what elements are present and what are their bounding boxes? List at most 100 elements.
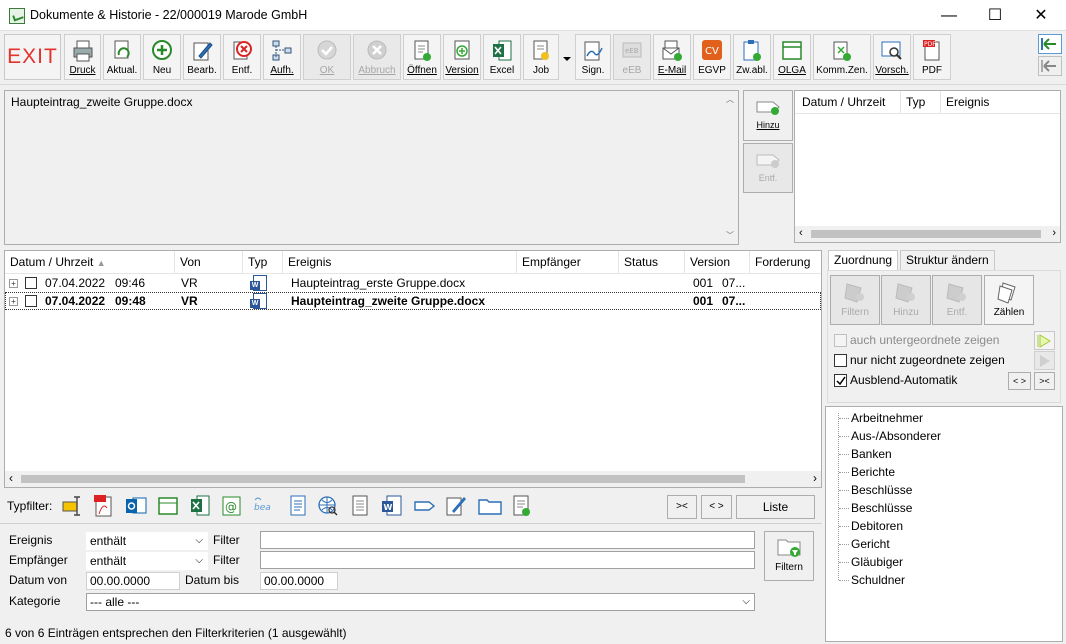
- typfilter-expand-button[interactable]: < >: [701, 495, 732, 519]
- tree-item[interactable]: Berichte: [851, 463, 895, 481]
- zuordnung-add-button[interactable]: Hinzu: [881, 275, 931, 325]
- sign-button[interactable]: Sign.: [575, 34, 611, 80]
- document-grid-hscroll[interactable]: ‹ ›: [5, 471, 821, 487]
- typ-filter-web-icon[interactable]: [317, 494, 339, 518]
- notes-area[interactable]: Haupteintrag_zweite Gruppe.docx ︿ ﹀: [4, 90, 739, 245]
- col-empfaenger[interactable]: Empfänger: [517, 251, 619, 273]
- datum-bis-input[interactable]: 00.00.0000: [260, 572, 338, 590]
- job-dropdown[interactable]: [561, 34, 573, 80]
- zuordnung-count-button[interactable]: Zählen: [984, 275, 1034, 325]
- clipboard-button[interactable]: Zw.abl.: [733, 34, 771, 80]
- document-grid-hscroll-thumb[interactable]: [21, 475, 745, 483]
- zuordnung-filter-button[interactable]: Filtern: [830, 275, 880, 325]
- egvp-button[interactable]: CV EGVP: [693, 34, 731, 80]
- eeb-button[interactable]: eEB eEB: [613, 34, 651, 80]
- maximize-button[interactable]: ☐: [972, 0, 1018, 31]
- open-button[interactable]: Öffnen: [403, 34, 441, 80]
- comm-center-button[interactable]: Komm.Zen.: [813, 34, 871, 80]
- close-button[interactable]: ✕: [1018, 0, 1064, 31]
- empfaenger-mode-select[interactable]: enthält ⌵: [86, 552, 208, 570]
- dock-left-secondary-button[interactable]: [1038, 56, 1062, 76]
- history-add-button[interactable]: Hinzu: [743, 90, 793, 141]
- typ-filter-tag-icon[interactable]: [413, 494, 435, 518]
- tree-item[interactable]: Gläubiger: [851, 553, 903, 571]
- kategorie-select[interactable]: --- alle --- ⌵: [86, 593, 755, 611]
- typ-filter-text-icon[interactable]: [61, 494, 83, 518]
- history-col-type[interactable]: Typ: [901, 91, 941, 113]
- tree-item[interactable]: Banken: [851, 445, 892, 463]
- cancel-button[interactable]: Abbruch: [353, 34, 401, 80]
- ereignis-mode-select[interactable]: enthält ⌵: [86, 532, 208, 550]
- typfilter-collapse-button[interactable]: ><: [667, 495, 697, 519]
- typ-filter-email-icon[interactable]: @: [221, 494, 243, 518]
- table-row-selected[interactable]: + 07.04.2022 09:48 VR Haupteintrag_zweit…: [5, 292, 821, 310]
- print-button[interactable]: Druck: [64, 34, 101, 80]
- ok-button[interactable]: OK: [303, 34, 351, 80]
- typ-filter-folder-open-icon[interactable]: [477, 494, 503, 518]
- history-col-date[interactable]: Datum / Uhrzeit: [797, 91, 901, 113]
- typ-filter-folder-icon[interactable]: [157, 494, 179, 518]
- new-button[interactable]: Neu: [143, 34, 181, 80]
- col-von[interactable]: Von: [175, 251, 243, 273]
- pdf-button[interactable]: PDF PDF: [913, 34, 951, 80]
- edit-button[interactable]: Bearb.: [183, 34, 221, 80]
- filter-button[interactable]: Filtern: [764, 531, 814, 581]
- list-button[interactable]: Liste: [736, 495, 815, 519]
- play-green-button[interactable]: [1034, 331, 1055, 350]
- tree-item[interactable]: Schuldner: [851, 571, 905, 589]
- minimize-button[interactable]: —: [926, 0, 972, 31]
- tree-item[interactable]: Beschlüsse: [851, 481, 912, 499]
- expand-icon[interactable]: +: [9, 279, 18, 288]
- empfaenger-filter-input[interactable]: [260, 551, 755, 569]
- refresh-button[interactable]: Aktual.: [103, 34, 141, 80]
- expand-icon[interactable]: +: [9, 297, 18, 306]
- tree-collapse-button[interactable]: ><: [1034, 372, 1055, 390]
- checkbox-ausblend-automatik[interactable]: [834, 374, 847, 387]
- datum-von-input[interactable]: 00.00.0000: [86, 572, 180, 590]
- typ-filter-outlook-icon[interactable]: [125, 494, 147, 518]
- dock-left-button[interactable]: [1038, 34, 1062, 54]
- delete-button[interactable]: Entf.: [223, 34, 261, 80]
- notes-scrollbar[interactable]: ︿ ﹀: [722, 91, 738, 244]
- typ-filter-excel-icon[interactable]: [189, 494, 211, 518]
- typ-filter-archive-icon[interactable]: [511, 494, 533, 518]
- history-delete-button[interactable]: Entf.: [743, 143, 793, 193]
- exit-button[interactable]: EXIT: [4, 34, 61, 80]
- col-forderung[interactable]: Forderung: [750, 251, 821, 273]
- zuordnung-delete-button[interactable]: Entf.: [932, 275, 982, 325]
- typ-filter-bea-icon[interactable]: bea: [253, 494, 279, 518]
- col-version[interactable]: Version: [685, 251, 750, 273]
- tree-item[interactable]: Debitoren: [851, 517, 903, 535]
- history-hscroll-thumb[interactable]: [811, 230, 1041, 238]
- job-button[interactable]: Job: [523, 34, 559, 80]
- typ-filter-word-icon[interactable]: W: [381, 494, 403, 518]
- history-col-event[interactable]: Ereignis: [941, 91, 1060, 113]
- tree-item[interactable]: Aus-/Absonderer: [851, 427, 941, 445]
- ereignis-filter-input[interactable]: [260, 531, 755, 549]
- tree-item[interactable]: Gericht: [851, 535, 890, 553]
- typ-filter-pdf-icon[interactable]: [93, 494, 115, 518]
- typ-filter-note-icon[interactable]: [445, 494, 467, 518]
- col-status[interactable]: Status: [619, 251, 685, 273]
- preview-button[interactable]: Vorsch.: [873, 34, 911, 80]
- row-checkbox[interactable]: [25, 295, 37, 307]
- history-hscroll[interactable]: ‹ ›: [795, 226, 1060, 242]
- table-row[interactable]: + 07.04.2022 09:46 VR Haupteintrag_erste…: [5, 274, 821, 292]
- olga-button[interactable]: OLGA: [773, 34, 811, 80]
- tree-item[interactable]: Beschlüsse: [851, 499, 912, 517]
- tree-expand-button[interactable]: < >: [1008, 372, 1031, 390]
- email-button[interactable]: E-Mail: [653, 34, 691, 80]
- excel-button[interactable]: Excel: [483, 34, 521, 80]
- col-typ[interactable]: Typ: [243, 251, 283, 273]
- checkbox-nur-nicht-zugeordnete[interactable]: [834, 354, 847, 367]
- hierarchy-button[interactable]: Aufh.: [263, 34, 301, 80]
- version-button[interactable]: Version: [443, 34, 481, 80]
- row-checkbox[interactable]: [25, 277, 37, 289]
- tree-item[interactable]: Arbeitnehmer: [851, 409, 923, 427]
- tab-struktur-aendern[interactable]: Struktur ändern: [900, 250, 995, 271]
- tab-zuordnung[interactable]: Zuordnung: [828, 250, 899, 271]
- col-ereignis[interactable]: Ereignis: [283, 251, 517, 273]
- checkbox-auch-untergeordnete[interactable]: [834, 334, 847, 347]
- typ-filter-text-file-icon[interactable]: [349, 494, 371, 518]
- typ-filter-document-icon[interactable]: [287, 494, 309, 518]
